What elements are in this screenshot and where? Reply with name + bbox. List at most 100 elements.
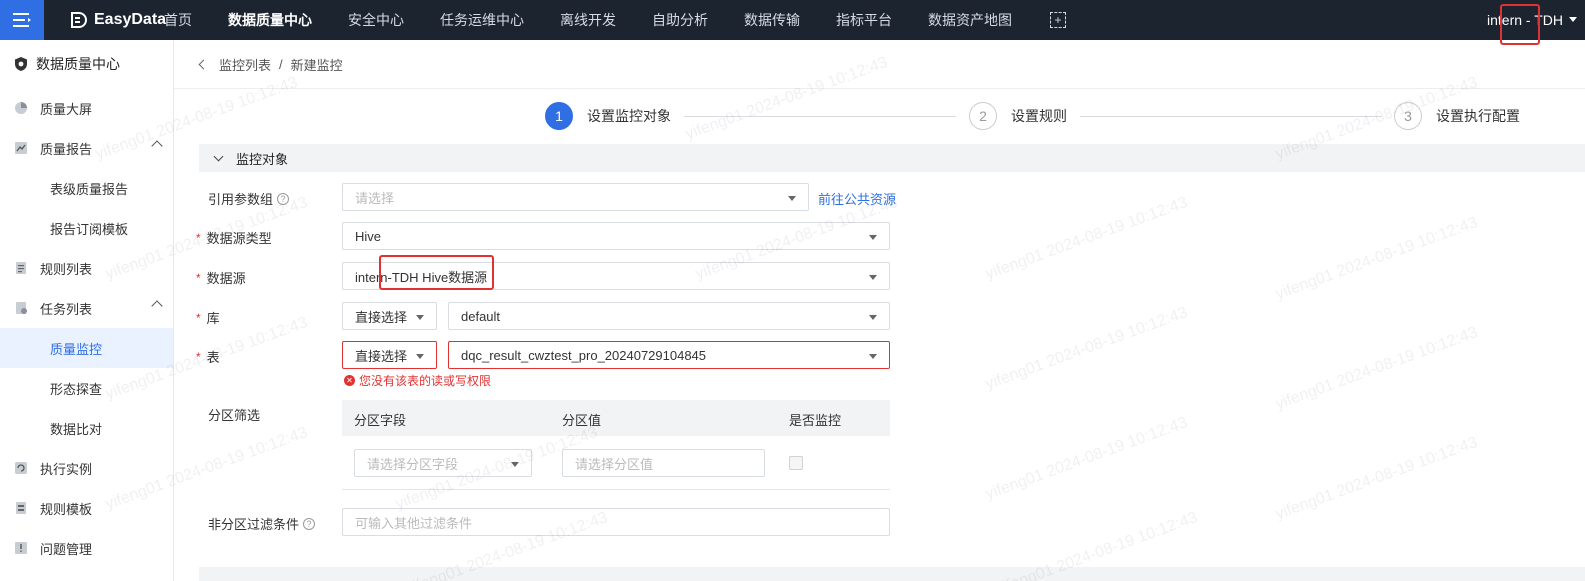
- step-number: 3: [1394, 102, 1422, 130]
- nav-security[interactable]: 安全中心: [348, 0, 422, 40]
- table-mode-select[interactable]: 直接选择: [342, 341, 437, 369]
- breadcrumb-separator: /: [279, 57, 283, 72]
- issue-icon: [15, 542, 27, 554]
- sidebar-item-label: 质量大屏: [40, 101, 93, 117]
- breadcrumb-parent[interactable]: 监控列表: [219, 55, 271, 74]
- sidebar-item-label: 执行实例: [40, 461, 93, 477]
- error-icon: ✕: [344, 375, 355, 386]
- step-label: 设置规则: [1011, 108, 1067, 124]
- watermark: yifeng01 2024-08-19 10:12:43: [983, 414, 1190, 504]
- sidebar-item-label: 规则模板: [40, 501, 93, 517]
- nav-self-analysis[interactable]: 自助分析: [652, 0, 726, 40]
- table-value: dqc_result_cwztest_pro_20240729104845: [461, 347, 707, 363]
- step-connector: [684, 116, 956, 117]
- filter-input[interactable]: 可输入其他过滤条件: [342, 508, 890, 536]
- nav-offline-dev[interactable]: 离线开发: [560, 0, 634, 40]
- db-label-text: 库: [206, 311, 220, 326]
- step-3: 3 设置执行配置: [1394, 102, 1520, 130]
- caret-down-icon: [511, 462, 519, 467]
- report-icon: [15, 142, 27, 154]
- watermark: yifeng01 2024-08-19 10:12:43: [983, 194, 1190, 284]
- table-label-text: 表: [206, 350, 220, 365]
- sidebar-item-report-template[interactable]: 报告订阅模板: [0, 208, 173, 248]
- required-mark: *: [196, 349, 201, 364]
- db-label: * 库: [196, 308, 220, 327]
- ds-label-text: 数据源: [206, 271, 246, 286]
- nav-home[interactable]: 首页: [164, 0, 210, 40]
- table-error-message: ✕ 您没有该表的读或写权限: [344, 372, 491, 389]
- sidebar-item-compare[interactable]: 数据比对: [0, 408, 173, 448]
- filter-label: 非分区过滤条件 ?: [208, 514, 316, 533]
- nav-data-quality[interactable]: 数据质量中心: [228, 0, 330, 40]
- sidebar-item-label: 质量报告: [40, 141, 93, 157]
- col-partition-field: 分区字段: [354, 413, 407, 428]
- step-1: 1 设置监控对象: [545, 102, 671, 130]
- menu-icon: [13, 13, 31, 27]
- watermark: yifeng01 2024-08-19 10:12:43: [1273, 214, 1480, 304]
- db-mode-select[interactable]: 直接选择: [342, 302, 437, 330]
- nav-task-ops[interactable]: 任务运维中心: [440, 0, 542, 40]
- sidebar-item-dashboard[interactable]: 质量大屏: [0, 88, 173, 128]
- ds-type-select[interactable]: Hive: [342, 222, 890, 250]
- main-nav: 首页 数据质量中心 安全中心 任务运维中心 离线开发 自助分析 数据传输 指标平…: [164, 0, 1066, 40]
- step-number: 2: [969, 102, 997, 130]
- sidebar-item-rule-templates[interactable]: 规则模板: [0, 488, 173, 528]
- step-label: 设置执行配置: [1436, 108, 1520, 124]
- instance-icon: [15, 462, 27, 474]
- required-mark: *: [196, 270, 201, 285]
- sidebar-item-tasks[interactable]: 任务列表: [0, 288, 173, 328]
- sidebar-item-quality-report[interactable]: 质量报告: [0, 128, 173, 168]
- list-icon: [16, 262, 26, 274]
- sidebar-item-profile[interactable]: 形态探查: [0, 368, 173, 408]
- caret-down-icon: [869, 235, 877, 240]
- partition-field-select[interactable]: 请选择分区字段: [354, 449, 532, 477]
- monitor-checkbox[interactable]: [789, 456, 803, 470]
- sidebar-item-table-report[interactable]: 表级质量报告: [0, 168, 173, 208]
- ds-value: intern-TDH Hive数据源: [355, 269, 488, 285]
- nav-data-transfer[interactable]: 数据传输: [744, 0, 818, 40]
- caret-down-icon: [869, 315, 877, 320]
- sidebar-title: 数据质量中心: [14, 54, 120, 74]
- back-chevron-icon[interactable]: [198, 59, 209, 70]
- sidebar-item-label: 数据比对: [50, 421, 103, 437]
- chevron-up-icon: [151, 140, 163, 152]
- db-select[interactable]: default: [448, 302, 890, 330]
- help-icon[interactable]: ?: [277, 192, 290, 205]
- nav-metrics[interactable]: 指标平台: [836, 0, 910, 40]
- param-group-placeholder: 请选择: [355, 190, 395, 206]
- top-navbar: EasyData 首页 数据质量中心 安全中心 任务运维中心 离线开发 自助分析…: [0, 0, 1585, 40]
- caret-down-icon: [869, 354, 877, 359]
- caret-down-icon[interactable]: [1569, 17, 1577, 22]
- shield-icon: [15, 57, 27, 71]
- db-value: default: [461, 308, 501, 324]
- col-monitor: 是否监控: [789, 413, 842, 428]
- public-resource-link[interactable]: 前往公共资源: [818, 189, 896, 208]
- param-group-select[interactable]: 请选择: [342, 183, 809, 211]
- nav-asset-map[interactable]: 数据资产地图: [928, 0, 1030, 40]
- brand-logo[interactable]: EasyData: [70, 0, 166, 40]
- ds-select[interactable]: intern-TDH Hive数据源: [342, 262, 890, 290]
- section-title: 监控对象: [236, 151, 289, 167]
- section-monitor-object[interactable]: 监控对象: [199, 144, 1585, 172]
- add-tab-icon[interactable]: +: [1050, 12, 1066, 28]
- caret-down-icon: [788, 196, 796, 201]
- chevron-down-icon: [213, 151, 224, 161]
- sidebar-title-text: 数据质量中心: [36, 56, 120, 72]
- param-group-label: 引用参数组 ?: [208, 189, 290, 208]
- ds-type-value: Hive: [355, 228, 382, 244]
- sidebar-item-rules[interactable]: 规则列表: [0, 248, 173, 288]
- user-menu[interactable]: intern - TDH: [1487, 0, 1563, 40]
- help-icon[interactable]: ?: [303, 517, 316, 530]
- filter-placeholder: 可输入其他过滤条件: [355, 515, 473, 531]
- watermark: yifeng01 2024-08-19 10:12:43: [683, 54, 890, 144]
- sidebar-item-label: 质量监控: [50, 341, 103, 357]
- sidebar-item-instances[interactable]: 执行实例: [0, 448, 173, 488]
- watermark: yifeng01 2024-08-19 10:12:43: [1273, 324, 1480, 414]
- sidebar-item-label: 规则列表: [40, 261, 93, 277]
- menu-toggle-button[interactable]: [0, 0, 44, 40]
- sidebar-item-quality-monitor[interactable]: 质量监控: [0, 328, 173, 368]
- table-select[interactable]: dqc_result_cwztest_pro_20240729104845: [448, 341, 890, 369]
- partition-value-input[interactable]: 请选择分区值: [562, 449, 765, 477]
- partition-field-placeholder: 请选择分区字段: [367, 456, 459, 472]
- sidebar-item-issues[interactable]: 问题管理: [0, 528, 173, 568]
